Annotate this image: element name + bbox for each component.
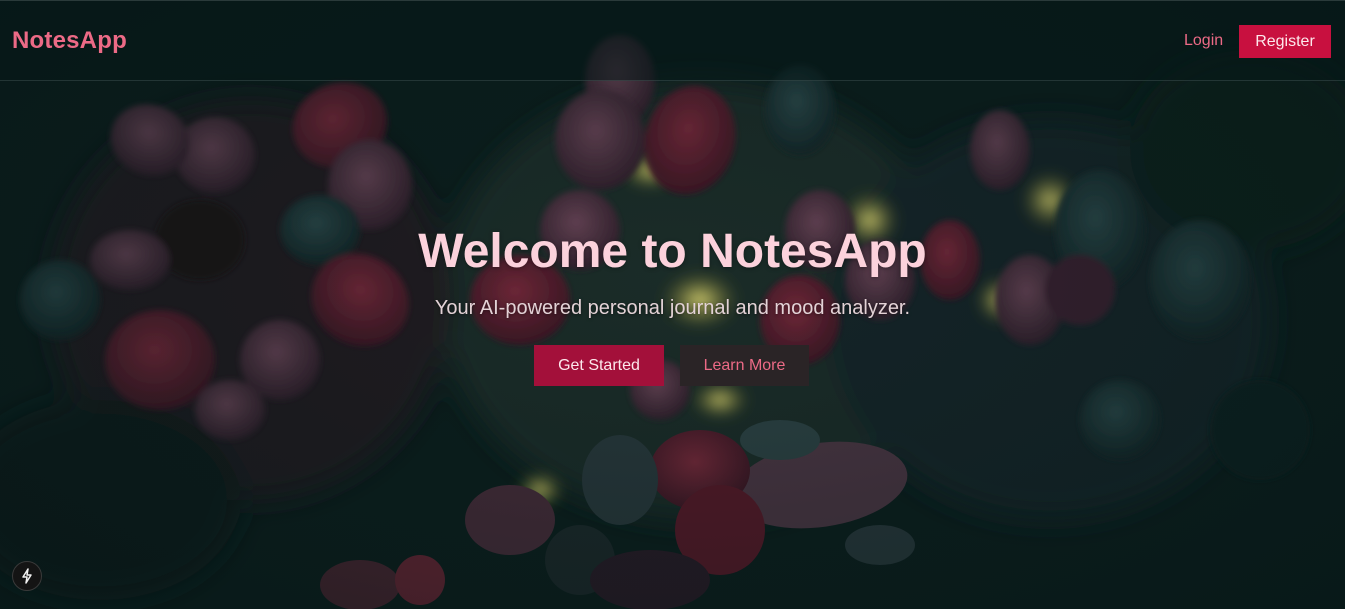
brand-logo[interactable]: NotesApp <box>12 27 127 55</box>
navbar: NotesApp Login Register <box>0 0 1345 81</box>
login-link[interactable]: Login <box>1184 32 1223 50</box>
bolt-icon <box>20 568 34 584</box>
dev-tools-badge[interactable] <box>12 561 42 591</box>
hero-subtitle: Your AI-powered personal journal and moo… <box>434 297 911 319</box>
learn-more-button[interactable]: Learn More <box>680 345 809 386</box>
hero-title: Welcome to NotesApp <box>418 225 927 278</box>
landing-page: NotesApp Login Register Welcome to Notes… <box>0 0 1345 609</box>
register-button[interactable]: Register <box>1239 25 1331 58</box>
get-started-button[interactable]: Get Started <box>534 345 664 386</box>
